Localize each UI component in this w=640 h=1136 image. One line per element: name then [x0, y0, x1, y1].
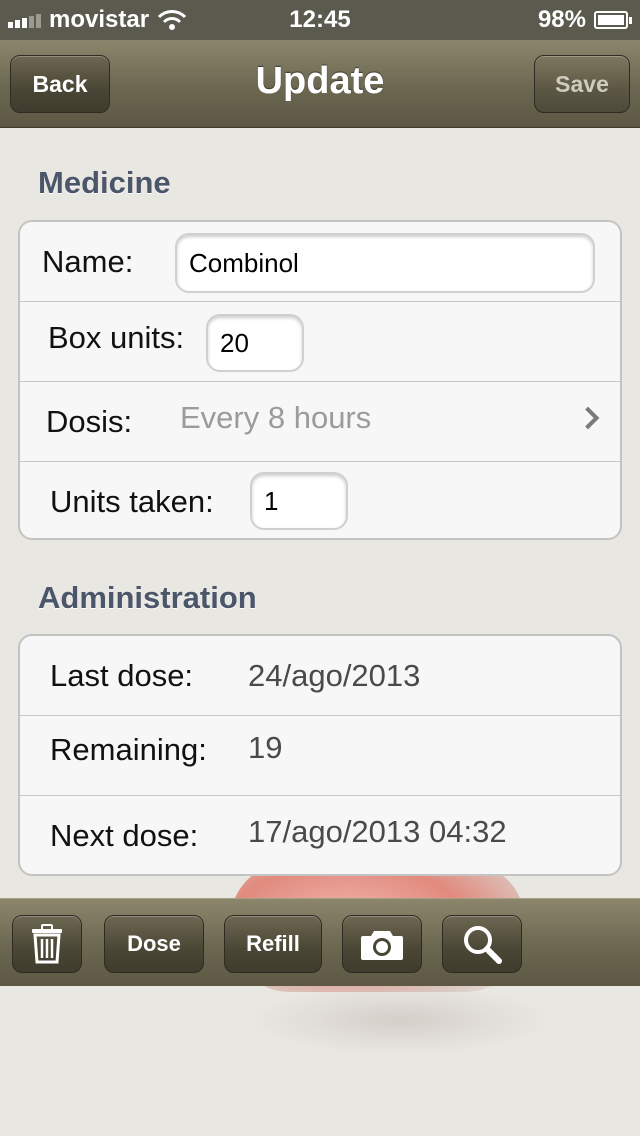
camera-button[interactable] [342, 915, 422, 973]
trash-icon [32, 924, 62, 964]
box-units-label: Box units: [48, 320, 185, 355]
units-taken-row: Units taken: 1 [20, 462, 620, 538]
name-field[interactable]: Combinol [175, 233, 595, 293]
dosis-label: Dosis: [46, 404, 133, 439]
camera-icon [361, 931, 403, 960]
remaining-value: 19 [248, 730, 283, 765]
refill-button[interactable]: Refill [224, 915, 322, 973]
next-dose-row: Next dose: 17/ago/2013 04:32 [20, 796, 620, 874]
name-row: Name: Combinol [20, 222, 620, 302]
save-button[interactable]: Save [534, 55, 630, 113]
remaining-row: Remaining: 19 [20, 716, 620, 796]
dose-button[interactable]: Dose [104, 915, 204, 973]
name-label: Name: [42, 244, 134, 279]
administration-group: Last dose: 24/ago/2013 Remaining: 19 Nex… [18, 634, 622, 876]
medicine-group: Name: Combinol Box units: 20 Dosis: Ever… [18, 220, 622, 540]
dosis-value: Every 8 hours [180, 400, 372, 435]
background-pill-shadow [250, 985, 550, 1055]
search-button[interactable] [442, 915, 522, 973]
section-header-medicine: Medicine [38, 165, 171, 200]
last-dose-row: Last dose: 24/ago/2013 [20, 636, 620, 716]
navigation-bar: Back Update Save [0, 40, 640, 128]
battery-info: 98% [537, 6, 632, 34]
last-dose-value: 24/ago/2013 [248, 658, 421, 693]
units-taken-field[interactable]: 1 [250, 472, 348, 530]
box-units-row: Box units: 20 [20, 302, 620, 382]
remaining-label: Remaining: [50, 732, 207, 767]
section-header-administration: Administration [38, 580, 257, 615]
delete-button[interactable] [12, 915, 82, 973]
last-dose-label: Last dose: [50, 658, 194, 693]
next-dose-label: Next dose: [50, 818, 199, 853]
box-units-field[interactable]: 20 [206, 314, 304, 372]
next-dose-value: 17/ago/2013 04:32 [248, 814, 507, 849]
units-taken-label: Units taken: [50, 484, 214, 519]
search-icon [464, 926, 502, 964]
battery-icon [594, 11, 632, 29]
chevron-right-icon [576, 406, 600, 430]
dosis-row[interactable]: Dosis: Every 8 hours [20, 382, 620, 462]
status-bar: movistar 12:45 98% [0, 0, 640, 40]
battery-percent: 98% [537, 6, 586, 33]
bottom-toolbar: Dose Refill [0, 898, 640, 986]
